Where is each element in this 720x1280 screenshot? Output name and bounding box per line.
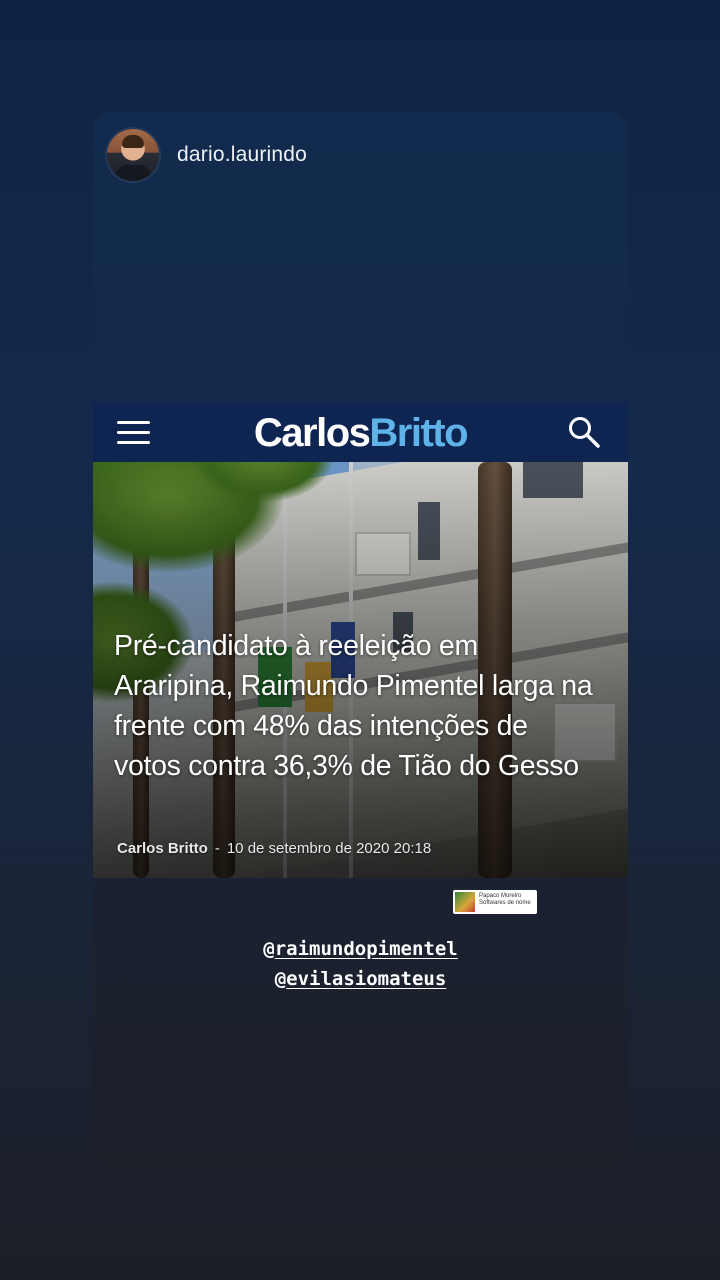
sticker-badge: Papaco Moreiro Softwares de nome [453, 890, 537, 914]
avatar[interactable] [107, 129, 159, 181]
story-header[interactable]: dario.laurindo [107, 127, 307, 183]
avatar-hair [122, 135, 144, 148]
site-header-bar: CarlosBritto [93, 402, 628, 462]
mention-stickers: @raimundopimentel @evilasiomateus [93, 934, 628, 994]
mention-handle: raimundopimentel [274, 938, 458, 960]
article-byline: Carlos Britto -10 de setembro de 2020 20:… [117, 840, 431, 857]
username[interactable]: dario.laurindo [177, 143, 307, 167]
sticker-logo-icon [455, 892, 475, 912]
sticker-text: Papaco Moreiro Softwares de nome [479, 893, 535, 907]
logo-part-britto: Britto [369, 411, 468, 455]
mention-evilasiomateus[interactable]: @evilasiomateus [93, 964, 628, 994]
mention-at: @ [274, 968, 287, 990]
byline-separator: - [214, 840, 220, 857]
avatar-shirt [115, 165, 151, 181]
logo-part-carlos: Carlos [253, 411, 371, 455]
mention-handle: evilasiomateus [286, 968, 447, 990]
site-logo[interactable]: CarlosBritto [93, 410, 628, 456]
sticker-line2: Softwares de nome [479, 900, 531, 906]
story-card[interactable]: dario.laurindo CarlosBritto Pré-candidat… [93, 112, 628, 1167]
article-author: Carlos Britto [117, 840, 208, 857]
sticker-line1: Papaco Moreiro [479, 893, 522, 899]
mention-raimundopimentel[interactable]: @raimundopimentel [93, 934, 628, 964]
article-date: 10 de setembro de 2020 20:18 [226, 840, 432, 857]
search-icon[interactable] [567, 415, 601, 449]
article-screenshot: CarlosBritto Pré-candidato à reeleição e… [93, 402, 628, 878]
hero-image: Pré-candidato à reeleição em Araripina, … [93, 462, 628, 878]
article-headline[interactable]: Pré-candidato à reeleição em Araripina, … [114, 626, 594, 786]
mention-at: @ [263, 938, 275, 960]
